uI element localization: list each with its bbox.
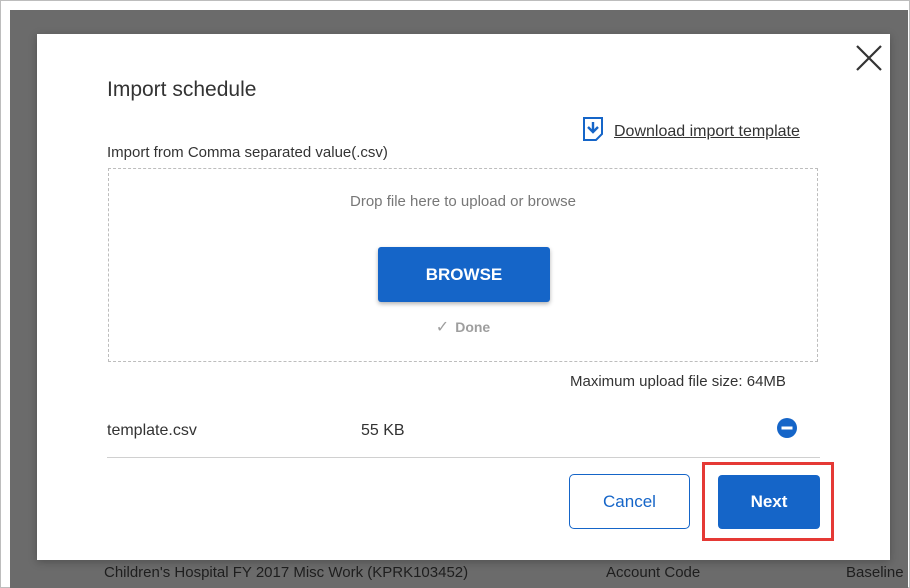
next-button[interactable]: Next	[718, 475, 820, 529]
cancel-button[interactable]: Cancel	[569, 474, 690, 529]
browse-button[interactable]: BROWSE	[378, 247, 550, 302]
dialog-title: Import schedule	[107, 78, 257, 101]
upload-status: ✓ Done	[109, 317, 817, 337]
download-template-label: Download import template	[614, 122, 800, 140]
max-upload-size: Maximum upload file size: 64MB	[570, 373, 786, 390]
import-format-label: Import from Comma separated value(.csv)	[107, 144, 388, 161]
done-label: Done	[455, 319, 491, 335]
background-baseline-text: Baseline	[846, 564, 904, 581]
dropzone-hint: Drop file here to upload or browse	[350, 193, 576, 210]
file-size: 55 KB	[361, 422, 405, 439]
background-project-text: Children's Hospital FY 2017 Misc Work (K…	[104, 564, 469, 581]
download-file-icon	[582, 116, 604, 147]
check-icon: ✓	[435, 319, 450, 336]
uploaded-file-row: template.csv 55 KB	[107, 418, 820, 458]
download-template-link[interactable]: Download import template	[582, 116, 800, 147]
remove-circle-icon[interactable]	[777, 418, 797, 438]
file-name: template.csv	[107, 422, 197, 439]
close-icon[interactable]	[854, 43, 884, 73]
file-dropzone[interactable]: Drop file here to upload or browse BROWS…	[108, 168, 818, 362]
background-column-text: Account Code	[606, 564, 701, 581]
